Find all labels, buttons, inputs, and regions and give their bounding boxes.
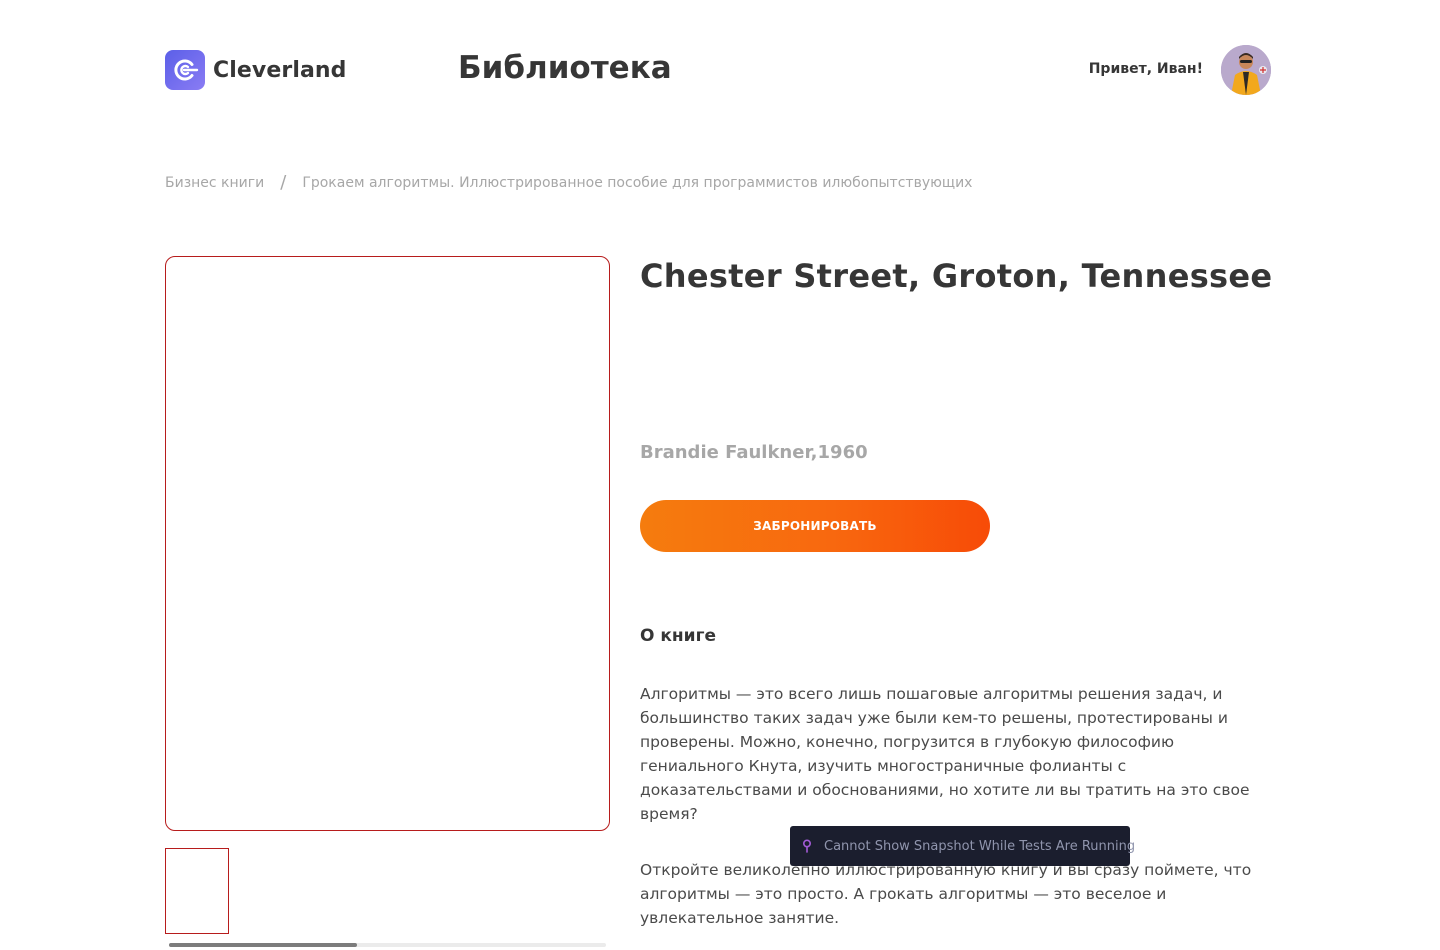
about-paragraph-2: Откройте великолепно иллюстрированную кн… [640,861,1252,927]
reserve-button[interactable]: ЗАБРОНИРОВАТЬ [640,500,990,552]
breadcrumb: Бизнес книги / Грокаем алгоритмы. Иллюст… [165,172,972,193]
breadcrumb-separator: / [280,172,287,193]
book-cover-image [165,256,610,831]
logo-text: Cleverland [213,57,347,83]
toast-text: Cannot Show Snapshot While Tests Are Run… [824,838,1136,854]
avatar[interactable] [1221,45,1271,95]
snapshot-toast: Cannot Show Snapshot While Tests Are Run… [790,826,1135,866]
page-title: Библиотека [458,50,672,86]
breadcrumb-current: Грокаем алгоритмы. Иллюстрированное посо… [302,174,973,191]
gallery-scrollbar-thumb[interactable] [169,943,357,947]
user-greeting: Привет, Иван! [1088,61,1203,77]
logo-icon [165,50,205,90]
about-heading: О книге [640,626,716,646]
about-paragraph-1: Алгоритмы — это всего лишь пошаговые алг… [640,685,1250,823]
gallery-scrollbar[interactable] [169,943,606,947]
book-author-year: Brandie Faulkner,1960 [640,442,868,463]
book-title: Chester Street, Groton, Tennessee [640,257,1273,295]
logo[interactable]: Cleverland [165,50,347,90]
header: Cleverland Библиотека Привет, Иван! [0,0,1440,140]
breadcrumb-category[interactable]: Бизнес книги [165,175,264,191]
pin-icon [802,839,812,853]
book-cover-thumbnail[interactable] [165,848,229,934]
